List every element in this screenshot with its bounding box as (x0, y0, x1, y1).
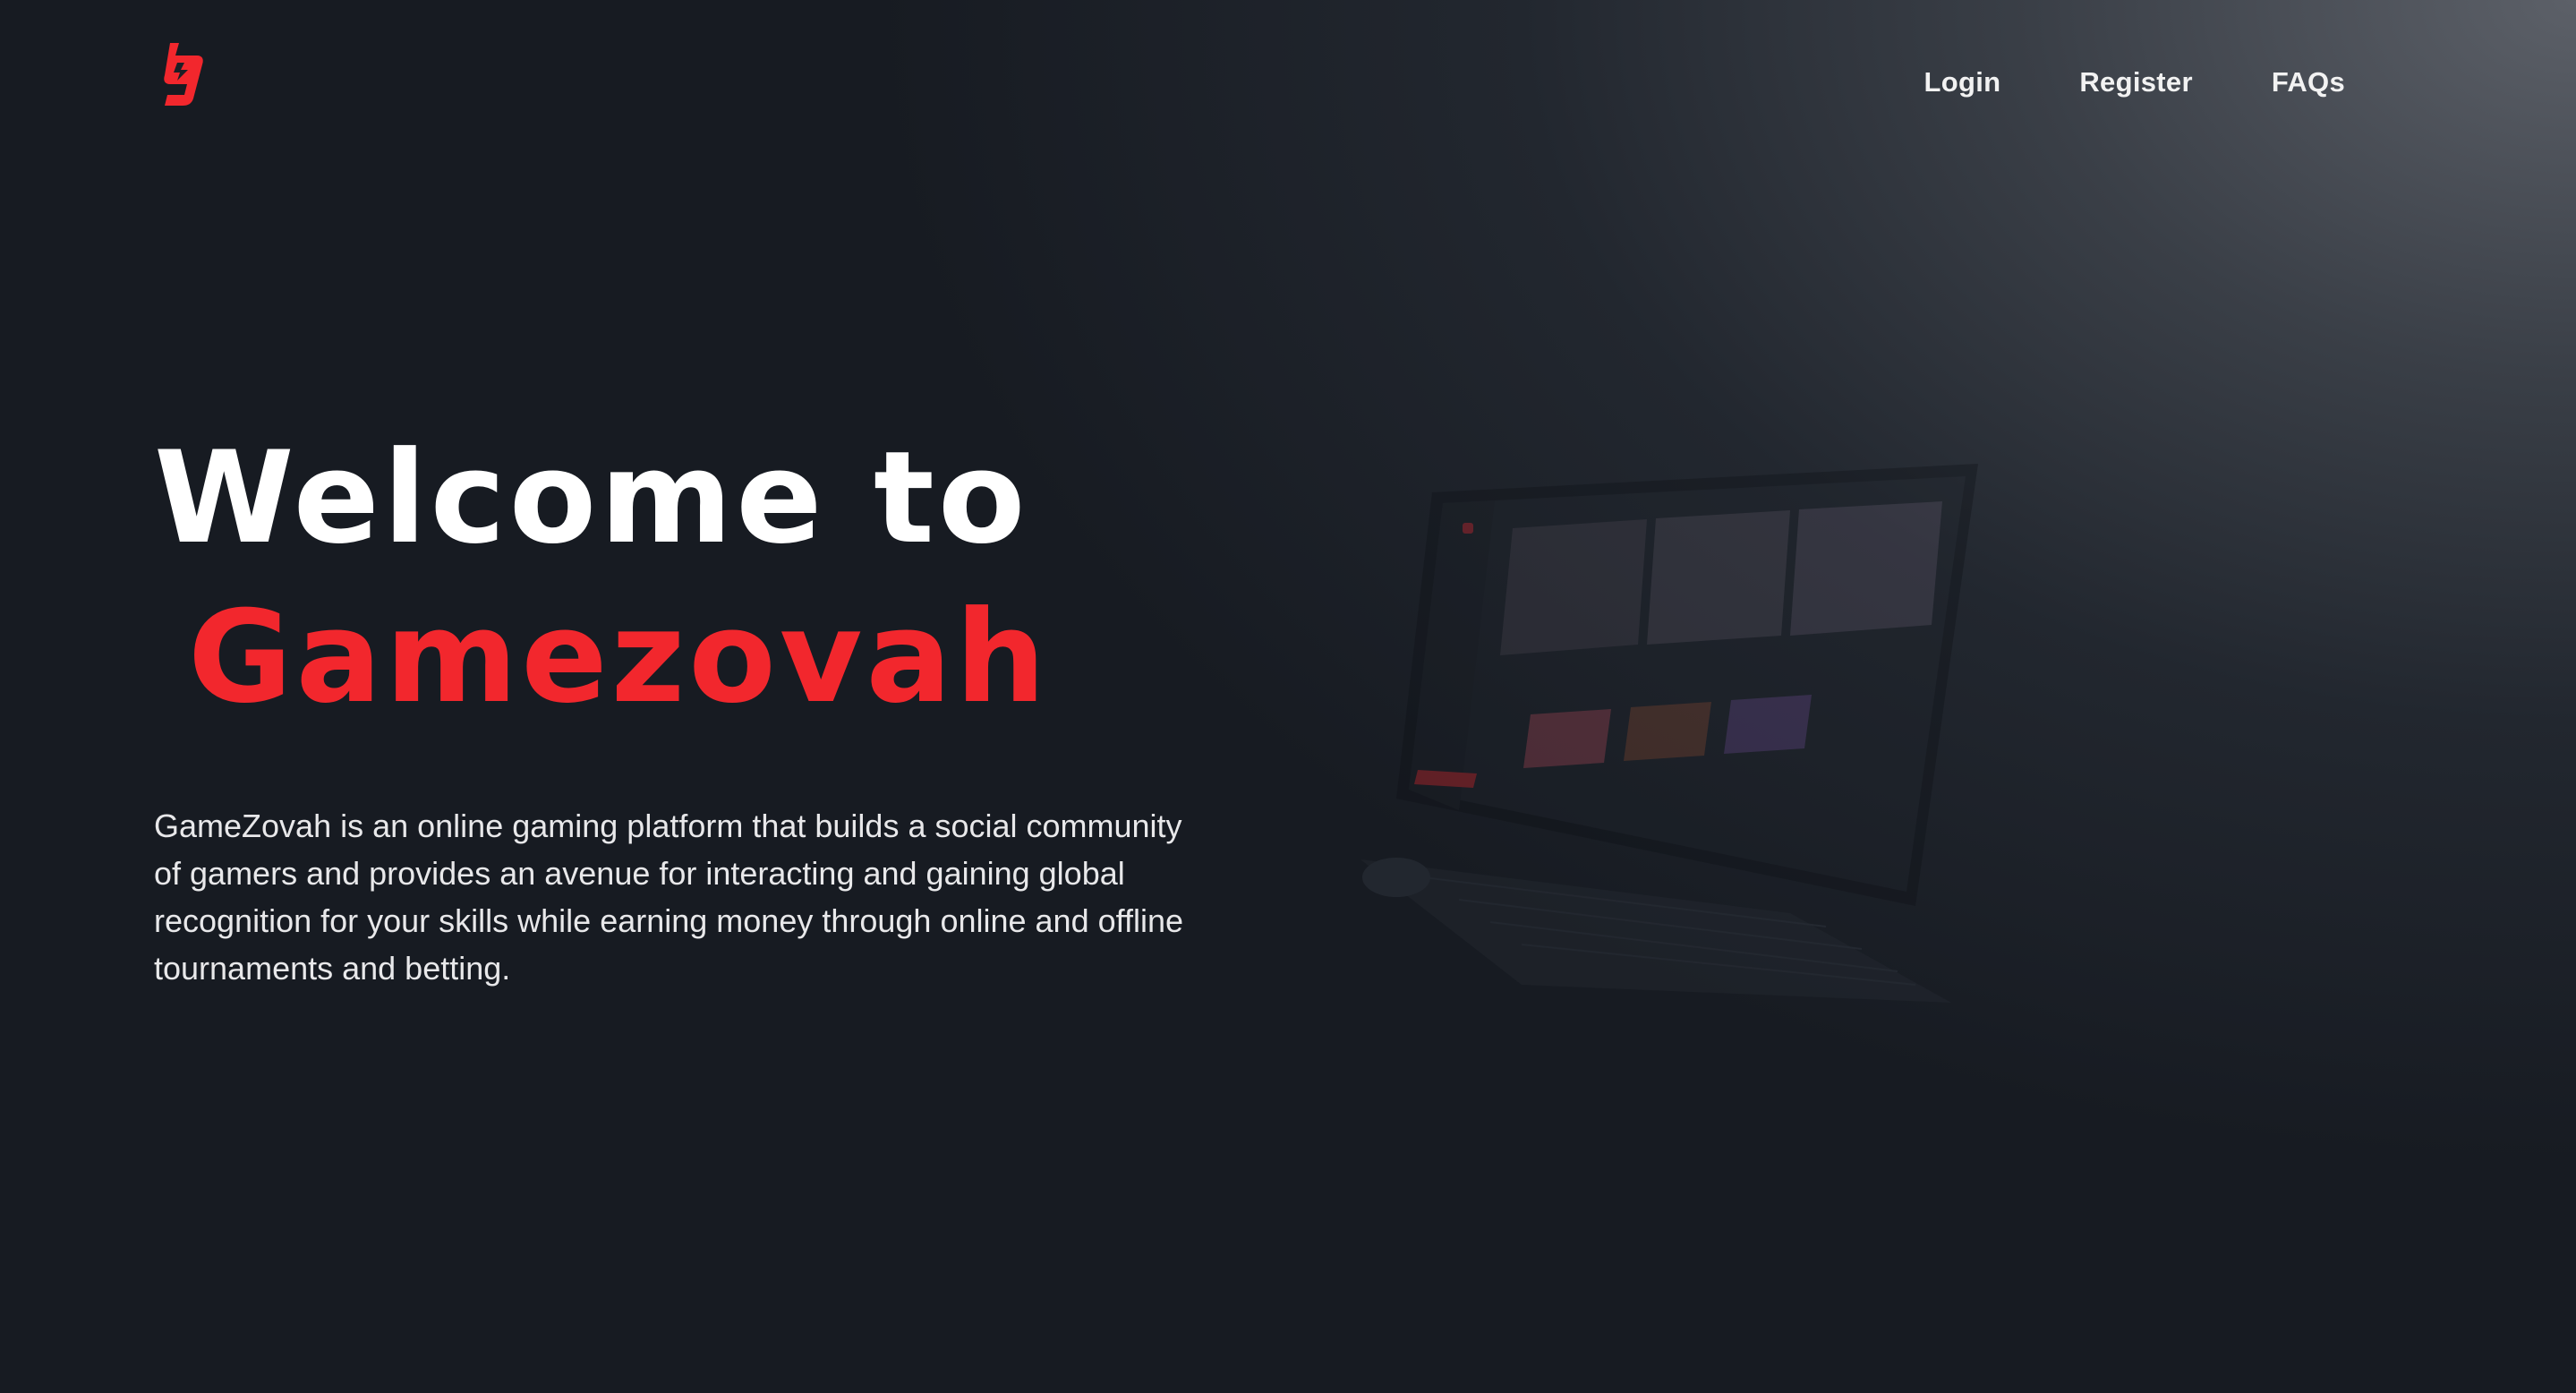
hero-title: Welcome to Gamezovah (154, 419, 1049, 738)
top-nav: Login Register FAQs (1924, 66, 2345, 98)
hero-title-line1: Welcome to (154, 424, 1029, 572)
gamezovah-logo-icon[interactable] (158, 39, 208, 107)
hero-title-brand: Gamezovah (188, 584, 1050, 731)
hero-description: GameZovah is an online gaming platform t… (154, 808, 1184, 987)
nav-register-link[interactable]: Register (2079, 66, 2192, 98)
nav-faqs-link[interactable]: FAQs (2272, 66, 2345, 98)
laptop-mockup-icon (1325, 448, 2005, 1056)
nav-login-link[interactable]: Login (1924, 66, 2001, 98)
